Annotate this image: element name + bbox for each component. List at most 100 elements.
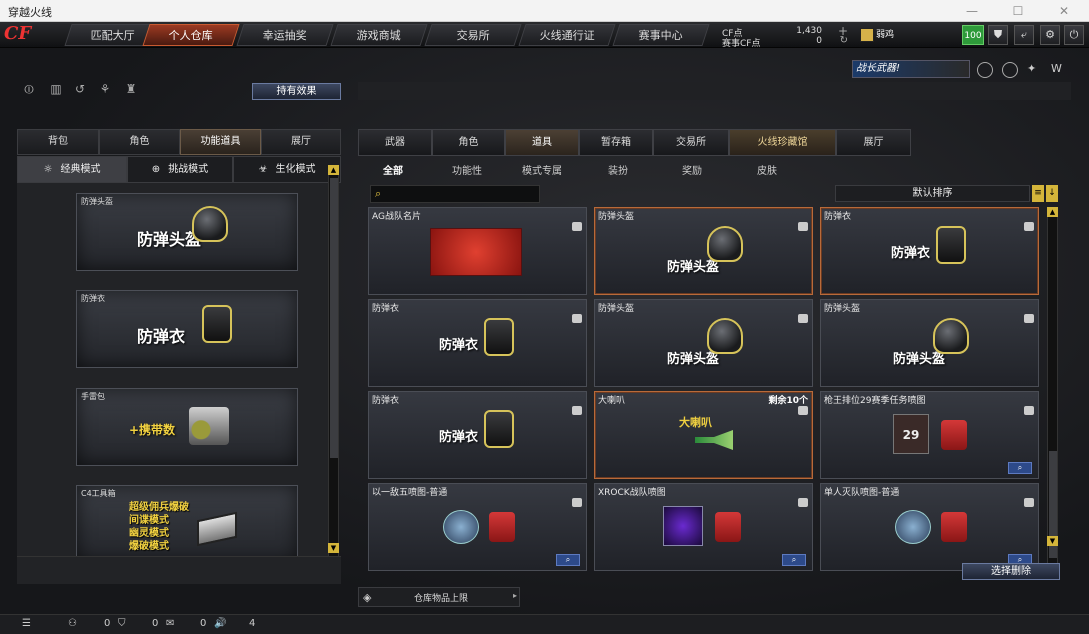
right-tab-1[interactable]: 角色	[432, 129, 505, 156]
item-card[interactable]: AG战队名片	[368, 207, 587, 295]
item-card[interactable]: 防弹衣 防弹衣	[820, 207, 1039, 295]
left-tab-1[interactable]: 角色	[99, 129, 180, 155]
right-tab-4[interactable]: 交易所	[653, 129, 729, 156]
subtab-3[interactable]: 装扮	[608, 162, 628, 177]
preview-search-icon[interactable]: ⌕	[782, 554, 806, 566]
left-scroll-up-icon[interactable]: ▲	[328, 165, 339, 175]
left-item-card[interactable]: 防弹衣 防弹衣	[76, 290, 298, 368]
refresh-icon[interactable]: ↻	[840, 35, 848, 46]
nav-tab-3[interactable]: 游戏商城	[330, 24, 428, 46]
sort-dropdown[interactable]: 默认排序	[835, 185, 1030, 202]
nav-tab-6[interactable]: 赛事中心	[612, 24, 710, 46]
nav-tab-5[interactable]: 火线通行证	[518, 24, 616, 46]
item-card[interactable]: 大喇叭 剩余10个 大喇叭	[594, 391, 813, 479]
helmet-icon	[707, 318, 743, 354]
preview-search-icon[interactable]: ⌕	[1008, 462, 1032, 474]
preview-search-icon[interactable]: ⌕	[556, 554, 580, 566]
mode-tab-1[interactable]: ⊕ 挑战模式	[127, 156, 233, 183]
clan-icon[interactable]: ⛉	[118, 618, 126, 629]
holding-effect-button[interactable]: 持有效果	[252, 83, 341, 100]
shield-icon[interactable]: ⛊	[988, 25, 1008, 45]
item-card[interactable]: 枪王排位29赛季任务喷图 29 ⌕	[820, 391, 1039, 479]
medal-icon[interactable]: ✦	[1027, 62, 1043, 78]
lock-icon[interactable]	[572, 222, 582, 231]
mode-tab-0[interactable]: ☼ 经典模式	[17, 156, 127, 183]
left-scroll-down-icon[interactable]: ▼	[328, 543, 339, 553]
nav-tab-4[interactable]: 交易所	[424, 24, 522, 46]
power-icon[interactable]: ⏻	[1064, 25, 1084, 45]
nav-tab-2[interactable]: 幸运抽奖	[236, 24, 334, 46]
right-tab-6[interactable]: 展厅	[836, 129, 911, 156]
lock-icon[interactable]	[798, 498, 808, 507]
team-icon[interactable]: ⚘	[97, 82, 113, 98]
lock-icon[interactable]	[572, 314, 582, 323]
item-card[interactable]: 以一敌五喷图-普通 ⌕	[368, 483, 587, 571]
lock-icon[interactable]	[1024, 222, 1034, 231]
sort-direction-icon[interactable]: ↓	[1046, 185, 1058, 202]
cycle-icon[interactable]: ↺	[72, 82, 88, 98]
right-tab-0[interactable]: 武器	[358, 129, 432, 156]
minimize-icon[interactable]: —	[949, 0, 995, 22]
bottom-status-bar: ☰ ⚇ 0 ⛉ 0 ✉ 0 🔊 4	[0, 614, 1089, 634]
subtab-2[interactable]: 模式专属	[522, 162, 562, 177]
left-tab-0[interactable]: 背包	[17, 129, 99, 155]
left-item-card[interactable]: C4工具箱 超级佣兵爆破 间谍模式 幽灵模式 爆破模式	[76, 485, 298, 563]
lock-icon[interactable]	[798, 406, 808, 415]
item-card[interactable]: 防弹衣 防弹衣	[368, 391, 587, 479]
bag-icon[interactable]: ♜	[123, 82, 139, 98]
left-item-card[interactable]: 防弹头盔 防弹头盔	[76, 193, 298, 271]
item-card[interactable]: 防弹衣 防弹衣	[368, 299, 587, 387]
item-grid: AG战队名片 防弹头盔 防弹头盔 防弹衣 防弹衣 防弹衣 防弹衣 防弹头盔 防弹头盔 防弹头盔 防弹…	[358, 204, 1046, 576]
gear-icon[interactable]: ⚙	[1040, 25, 1060, 45]
search-icon: ⌕	[375, 187, 382, 200]
item-card[interactable]: XROCK战队喷图 ⌕	[594, 483, 813, 571]
right-tab-2[interactable]: 道具	[505, 129, 579, 156]
emblem-icon[interactable]	[977, 62, 993, 78]
close-icon[interactable]: ✕	[1041, 0, 1087, 22]
stats-icon[interactable]: ▥	[48, 82, 64, 98]
left-tab-2[interactable]: 功能道具	[180, 129, 261, 155]
right-scroll-down-icon[interactable]: ▼	[1047, 536, 1058, 546]
item-card[interactable]: 防弹头盔 防弹头盔	[820, 299, 1039, 387]
lock-icon[interactable]	[572, 498, 582, 507]
wings-icon[interactable]: W	[1051, 62, 1067, 78]
right-tab-5[interactable]: 火线珍藏馆	[729, 129, 836, 156]
left-scroll-thumb[interactable]	[330, 178, 338, 458]
search-input[interactable]: ⌕	[370, 185, 540, 203]
select-delete-button[interactable]: 选择删除	[962, 563, 1060, 580]
level-badge[interactable]: 100	[962, 25, 984, 45]
subtab-0[interactable]: 全部	[383, 162, 403, 177]
right-scrollbar[interactable]	[1047, 207, 1058, 571]
item-card[interactable]: 单人灭队喷图-普通 ⌕	[820, 483, 1039, 571]
left-tab-3[interactable]: 展厅	[261, 129, 341, 155]
lock-icon[interactable]	[798, 222, 808, 231]
nav-tab-1[interactable]: 个人仓库	[142, 24, 240, 46]
left-item-card[interactable]: 手雷包 +携带数	[76, 388, 298, 466]
mode-tab-2[interactable]: ☣ 生化模式	[233, 156, 341, 183]
item-caption: AG战队名片	[372, 212, 421, 222]
lock-icon[interactable]	[572, 406, 582, 415]
right-tab-3[interactable]: 暂存箱	[579, 129, 653, 156]
lock-icon[interactable]	[1024, 498, 1034, 507]
chat-icon[interactable]: ✉	[166, 618, 174, 629]
lock-icon[interactable]	[798, 314, 808, 323]
item-card[interactable]: 防弹头盔 防弹头盔	[594, 299, 813, 387]
subtab-5[interactable]: 皮肤	[757, 162, 777, 177]
subtab-4[interactable]: 奖励	[682, 162, 702, 177]
storage-limit-bar[interactable]: ◈ 仓库物品上限 ▸	[358, 587, 520, 607]
exit-room-icon[interactable]: ⤶	[1014, 25, 1034, 45]
item-card[interactable]: 防弹头盔 防弹头盔	[594, 207, 813, 295]
maximize-icon[interactable]: ☐	[995, 0, 1041, 22]
speaker-icon[interactable]: 🔊	[214, 618, 226, 629]
friends-icon[interactable]: ⚇	[68, 618, 77, 629]
promo-banner[interactable]: 战长武器!	[852, 60, 970, 78]
target-icon[interactable]	[1002, 62, 1018, 78]
list-view-icon[interactable]: ≡	[1032, 185, 1044, 202]
lock-icon[interactable]	[1024, 314, 1034, 323]
lock-icon[interactable]	[1024, 406, 1034, 415]
off-toggle-icon[interactable]: ⏼	[21, 82, 37, 98]
menu-icon[interactable]: ☰	[22, 618, 31, 629]
left-scrollbar[interactable]	[328, 165, 339, 578]
right-scroll-up-icon[interactable]: ▲	[1047, 207, 1058, 217]
subtab-1[interactable]: 功能性	[452, 162, 482, 177]
